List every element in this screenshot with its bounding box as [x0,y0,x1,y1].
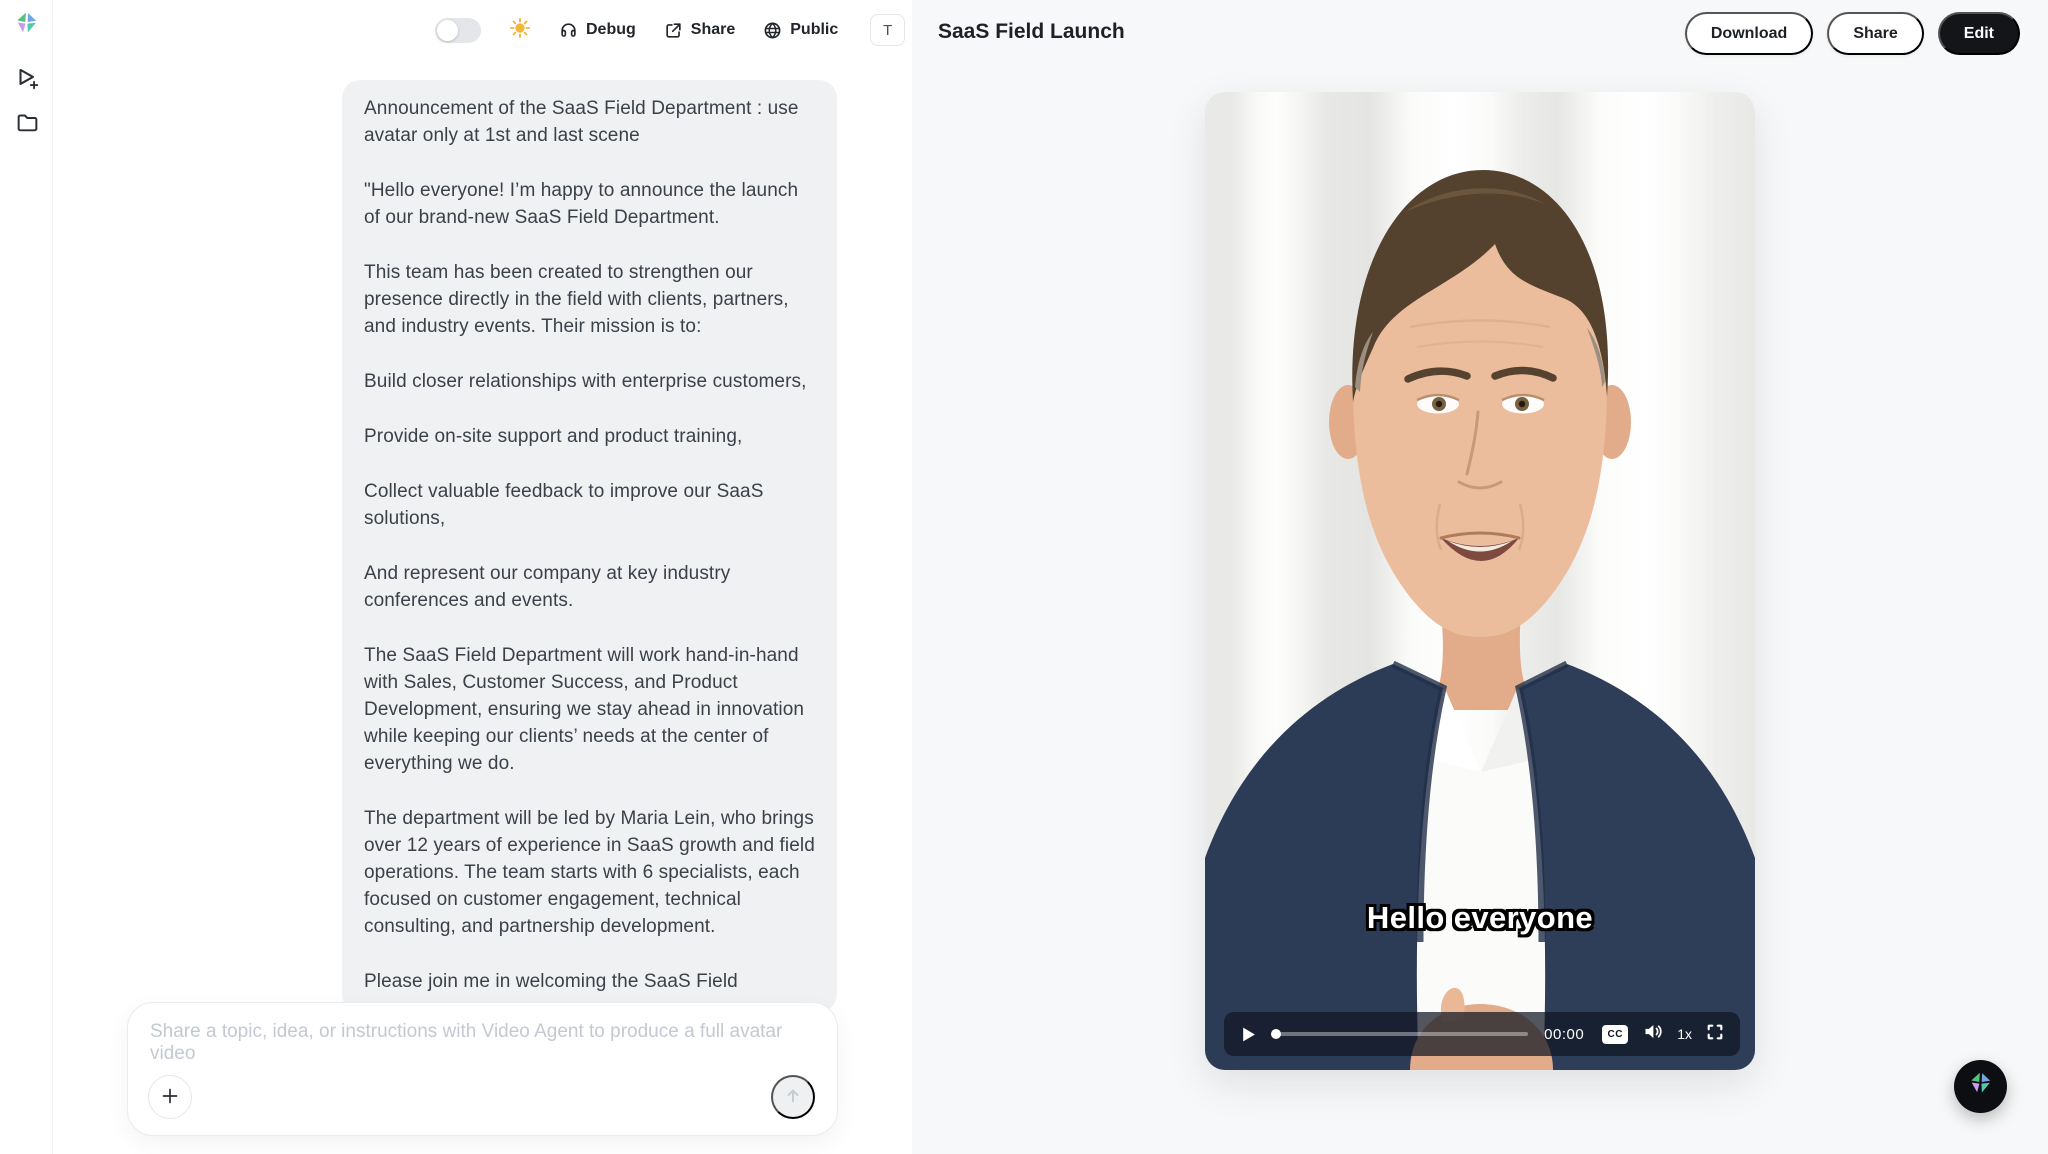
video-caption: Hello everyone [1205,900,1755,936]
headphones-icon [559,21,578,40]
share-icon [664,21,683,40]
debug-toggle[interactable] [435,18,481,43]
playback-speed-button[interactable]: 1x [1677,1026,1692,1042]
seek-handle[interactable] [1271,1029,1281,1039]
seek-bar[interactable] [1271,1028,1528,1040]
debug-button[interactable]: Debug [559,21,636,40]
current-time: 00:00 [1544,1026,1584,1043]
debug-label: Debug [586,21,636,39]
message-paragraph: This team has been created to strengthen… [364,259,815,340]
seek-track [1271,1032,1528,1036]
assistant-fab[interactable] [1954,1060,2007,1113]
send-button[interactable] [771,1075,815,1119]
message-paragraph: Collect valuable feedback to improve our… [364,478,815,532]
add-attachment-button[interactable] [148,1075,192,1119]
toggle-knob [437,20,458,41]
sidebar-item-create-video[interactable] [13,66,41,94]
sun-icon[interactable] [509,17,531,44]
captions-button[interactable]: CC [1602,1025,1628,1044]
message-paragraph: And represent our company at key industr… [364,560,815,614]
cc-icon: CC [1602,1025,1628,1044]
gem-logo-icon [14,11,40,42]
preview-actions: Download Share Edit [1685,12,2020,55]
sidebar-item-projects[interactable] [13,111,41,139]
composer-card [127,1002,838,1136]
public-label: Public [790,21,838,39]
video-controls: 00:00 CC 1x [1224,1012,1740,1056]
play-plus-icon [14,65,40,96]
shortcut-key-button[interactable]: T [870,14,905,46]
fullscreen-icon [1706,1023,1724,1046]
project-title: SaaS Field Launch [938,20,1125,44]
download-button[interactable]: Download [1685,12,1813,55]
shortcut-key-label: T [883,22,892,39]
chat-panel: Debug Share [53,0,912,1154]
share-label: Share [691,21,735,39]
share-video-button[interactable]: Share [1827,12,1923,55]
speaker-icon [1642,1021,1663,1047]
user-message-bubble: Announcement of the SaaS Field Departmen… [342,80,837,1012]
play-button[interactable] [1240,1026,1257,1043]
video-agent-app: Debug Share [0,0,2048,1154]
message-paragraph: Announcement of the SaaS Field Departmen… [364,95,815,149]
message-paragraph: The department will be led by Maria Lein… [364,805,815,940]
video-preview-panel: SaaS Field Launch Download Share Edit [912,0,2048,1154]
message-paragraph: Build closer relationships with enterpri… [364,368,815,395]
prompt-input[interactable] [150,1021,810,1079]
globe-icon [763,21,782,40]
app-logo[interactable] [13,12,41,40]
edit-button[interactable]: Edit [1938,12,2020,55]
share-button[interactable]: Share [664,21,735,40]
fullscreen-button[interactable] [1706,1023,1724,1046]
public-button[interactable]: Public [763,21,838,40]
message-paragraph: Please join me in welcoming the SaaS Fie… [364,968,815,995]
message-paragraph: "Hello everyone! I’m happy to announce t… [364,177,815,231]
video-player[interactable]: Hello everyone 00:00 CC [1205,92,1755,1070]
chat-toolbar: Debug Share [435,14,905,46]
message-paragraph: Provide on-site support and product trai… [364,423,815,450]
folder-icon [15,110,40,140]
sidebar [0,0,53,1154]
gem-logo-icon [1968,1071,1994,1102]
volume-button[interactable] [1642,1021,1663,1047]
arrow-up-icon [784,1087,802,1108]
plus-icon [160,1086,180,1109]
message-paragraph: The SaaS Field Department will work hand… [364,642,815,777]
